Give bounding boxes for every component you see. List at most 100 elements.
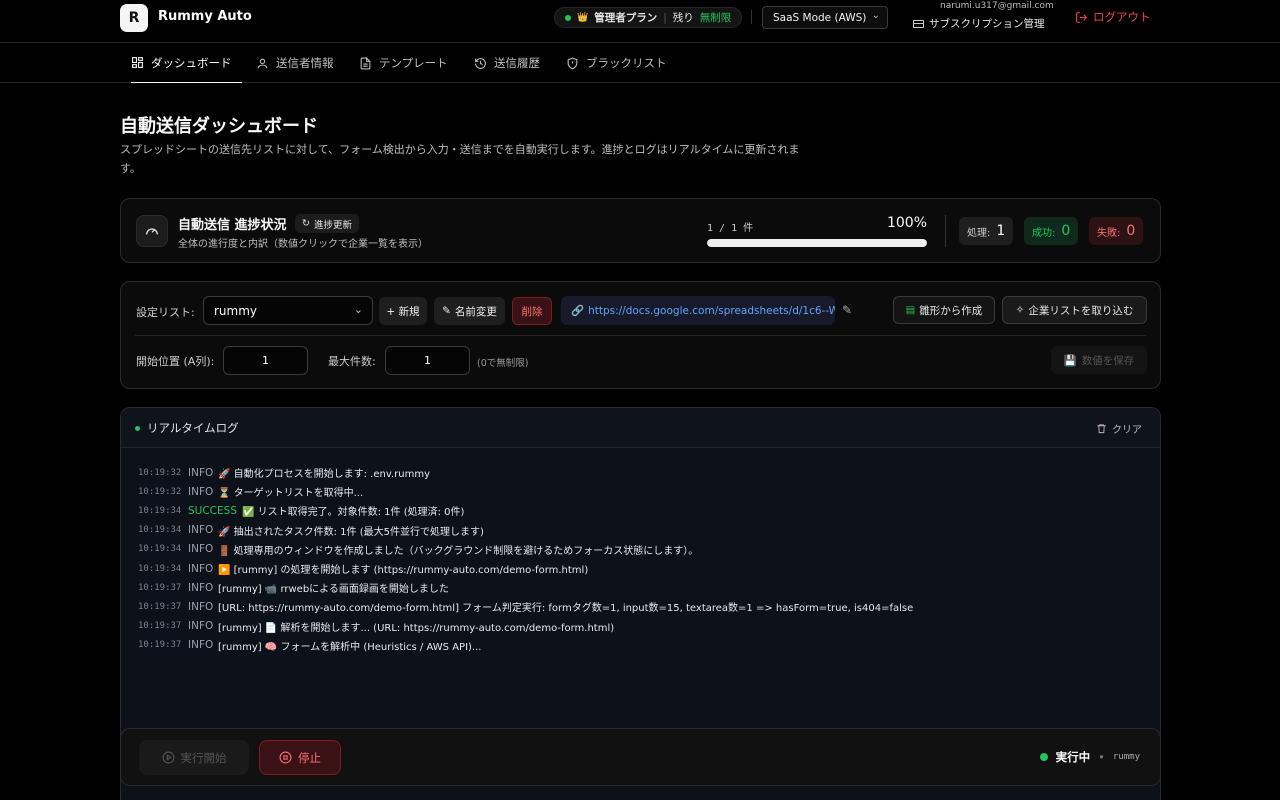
page-description: スプレッドシートの送信先リストに対して、フォーム検出から入力・送信までを自動実行… [120, 143, 800, 175]
import-companies-button[interactable]: ✧ 企業リストを取り込む [1002, 296, 1147, 324]
log-line: 10:19:34 INFO 🚪 処理専用のウィンドウを作成しました（バックグラウンド… [138, 540, 1148, 559]
refresh-progress-button[interactable]: ↻ 進捗更新 [295, 214, 359, 233]
tab-sender-info[interactable]: 送信者情報 [256, 43, 334, 83]
start-position-label: 開始位置 (A列): [136, 355, 215, 368]
play-icon [162, 751, 174, 764]
edit-url-icon[interactable]: ✎ [842, 303, 852, 317]
log-level: INFO [188, 524, 214, 537]
max-count-hint: (0で無制限) [477, 358, 529, 369]
save-values-button[interactable]: 💾 数値を保存 [1051, 346, 1147, 374]
subscription-label: サブスクリプション管理 [929, 18, 1045, 30]
log-line: 10:19:37 INFO [rummy] 🧠 フォームを解析中 (Heuristi… [138, 636, 1148, 655]
stop-button[interactable]: 停止 [259, 740, 341, 775]
delete-label: 削除 [521, 305, 543, 318]
fail-stat[interactable]: 失敗: 0 [1089, 217, 1144, 245]
import-companies-label: 企業リストを取り込む [1028, 304, 1134, 317]
processed-value: 1 [996, 223, 1006, 239]
stop-label: 停止 [298, 750, 321, 765]
log-time: 10:19:37 [138, 582, 182, 593]
tab-label: テンプレート [379, 56, 448, 70]
create-from-template-label: 雛形から作成 [919, 304, 983, 317]
shield-icon [567, 57, 578, 70]
header-divider [751, 10, 752, 24]
progress-count: 1 / 1 件 [707, 223, 754, 234]
spreadsheet-url-link[interactable]: 🔗 https://docs.google.com/spreadsheets/d… [561, 296, 835, 325]
rename-label: 名前変更 [454, 305, 497, 318]
start-position-input[interactable]: 1 [223, 346, 308, 375]
log-time: 10:19:37 [138, 621, 182, 632]
log-title: リアルタイムログ [135, 420, 239, 436]
running-status: 実行中 • rummy [1039, 749, 1140, 765]
log-time: 10:19:32 [138, 486, 182, 497]
tab-history[interactable]: 送信履歴 [474, 43, 540, 83]
max-count-input[interactable]: 1 [385, 346, 470, 375]
processed-stat[interactable]: 処理: 1 [959, 217, 1014, 245]
tab-label: ダッシュボード [151, 55, 232, 70]
tab-dashboard[interactable]: ダッシュボード [131, 43, 242, 83]
progress-title: 自動送信 進捗状況 [178, 218, 287, 233]
progress-subtitle: 全体の進行度と内訳（数値クリックで企業一覧を表示） [178, 239, 428, 250]
log-time: 10:19:32 [138, 467, 182, 478]
log-line: 10:19:37 INFO [URL: https://rummy-auto.com… [138, 597, 1148, 616]
run-button[interactable]: 実行開始 [139, 740, 249, 775]
list-select[interactable]: rummy ⌄ [203, 296, 373, 325]
logout-icon [1076, 11, 1088, 23]
trash-icon [1097, 424, 1106, 434]
log-line: 10:19:34 INFO ▶️ [rummy] の処理を開始します (https:… [138, 559, 1148, 578]
log-message: 🚀 自動化プロセスを開始します: .env.rummy [218, 469, 431, 481]
log-level: INFO [188, 562, 214, 575]
spreadsheet-url: https://docs.google.com/spreadsheets/d/1… [588, 304, 835, 317]
gauge-icon [136, 215, 168, 247]
delete-button[interactable]: 削除 [512, 297, 552, 325]
mode-select[interactable]: SaaS Mode (AWS) ⌄ [762, 6, 888, 29]
plan-separator: | [663, 11, 667, 24]
subscription-link[interactable]: サブスクリプション管理 [913, 16, 1045, 31]
credit-card-icon [913, 19, 924, 28]
list-select-value: rummy [214, 303, 258, 318]
progress-bar [707, 239, 927, 247]
new-list-button[interactable]: + 新規 [379, 297, 427, 325]
clear-log-button[interactable]: クリア [1096, 421, 1142, 436]
fail-value: 0 [1126, 223, 1136, 239]
log-level: INFO [188, 581, 214, 594]
log-message: 🚀 抽出されたタスク件数: 1件 (最大5件並行で処理します) [218, 526, 484, 538]
running-label: 実行中 [1055, 750, 1091, 764]
log-line: 10:19:34 INFO 🚀 抽出されたタスク件数: 1件 (最大5件並行で処理し… [138, 521, 1148, 540]
tab-label: 送信履歴 [494, 56, 540, 70]
live-dot-icon [135, 425, 140, 431]
tab-blacklist[interactable]: ブラックリスト [566, 43, 667, 83]
max-count-value: 1 [424, 354, 431, 367]
mode-select-value: SaaS Mode (AWS) [773, 11, 867, 24]
log-line: 10:19:37 INFO [rummy] 📹 rrwebによる画面録画を開始しまし… [138, 578, 1148, 597]
plan-badge: 👑 管理者プラン | 残り 無制限 [554, 7, 743, 28]
run-label: 実行開始 [180, 750, 227, 765]
progress-percent: 100% [886, 215, 927, 231]
clear-log-label: クリア [1112, 425, 1142, 436]
log-message: [rummy] 📹 rrwebによる画面録画を開始しました [218, 584, 449, 596]
progress-bar-fill [707, 239, 927, 247]
log-message: 🚪 処理専用のウィンドウを作成しました（バックグラウンド制限を避けるためフォーカ… [218, 545, 699, 557]
document-icon [360, 57, 371, 69]
refresh-icon: ↻ [302, 218, 310, 229]
rename-button[interactable]: ✎ 名前変更 [434, 297, 505, 325]
settings-divider [135, 335, 1146, 336]
app-logo[interactable]: R [120, 4, 148, 32]
pencil-icon: ✎ [442, 305, 451, 317]
status-dot-icon [565, 14, 571, 21]
running-dot-icon [1039, 753, 1048, 761]
log-lines: 10:19:32 INFO 🚀 自動化プロセスを開始します: .env.rummy 1… [138, 463, 1148, 655]
log-message: [rummy] 📄 解析を開始します... (URL: https://rumm… [218, 622, 615, 634]
log-level: INFO [188, 639, 214, 652]
log-level: INFO [188, 485, 214, 498]
create-from-template-button[interactable]: ▤ 雛形から作成 [893, 296, 995, 324]
log-title-label: リアルタイムログ [147, 421, 239, 435]
log-level: INFO [188, 620, 214, 633]
sparkle-icon: ✧ [1015, 304, 1025, 316]
save-icon: 💾 [1063, 354, 1077, 367]
success-stat[interactable]: 成功: 0 [1024, 217, 1079, 245]
app-title: Rummy Auto [158, 9, 252, 24]
log-message: ▶️ [rummy] の処理を開始します (https://rummy-auto… [218, 565, 589, 577]
logout-button[interactable]: ログアウト [1075, 9, 1151, 25]
refresh-label: 進捗更新 [313, 219, 352, 231]
tab-templates[interactable]: テンプレート [359, 43, 448, 83]
